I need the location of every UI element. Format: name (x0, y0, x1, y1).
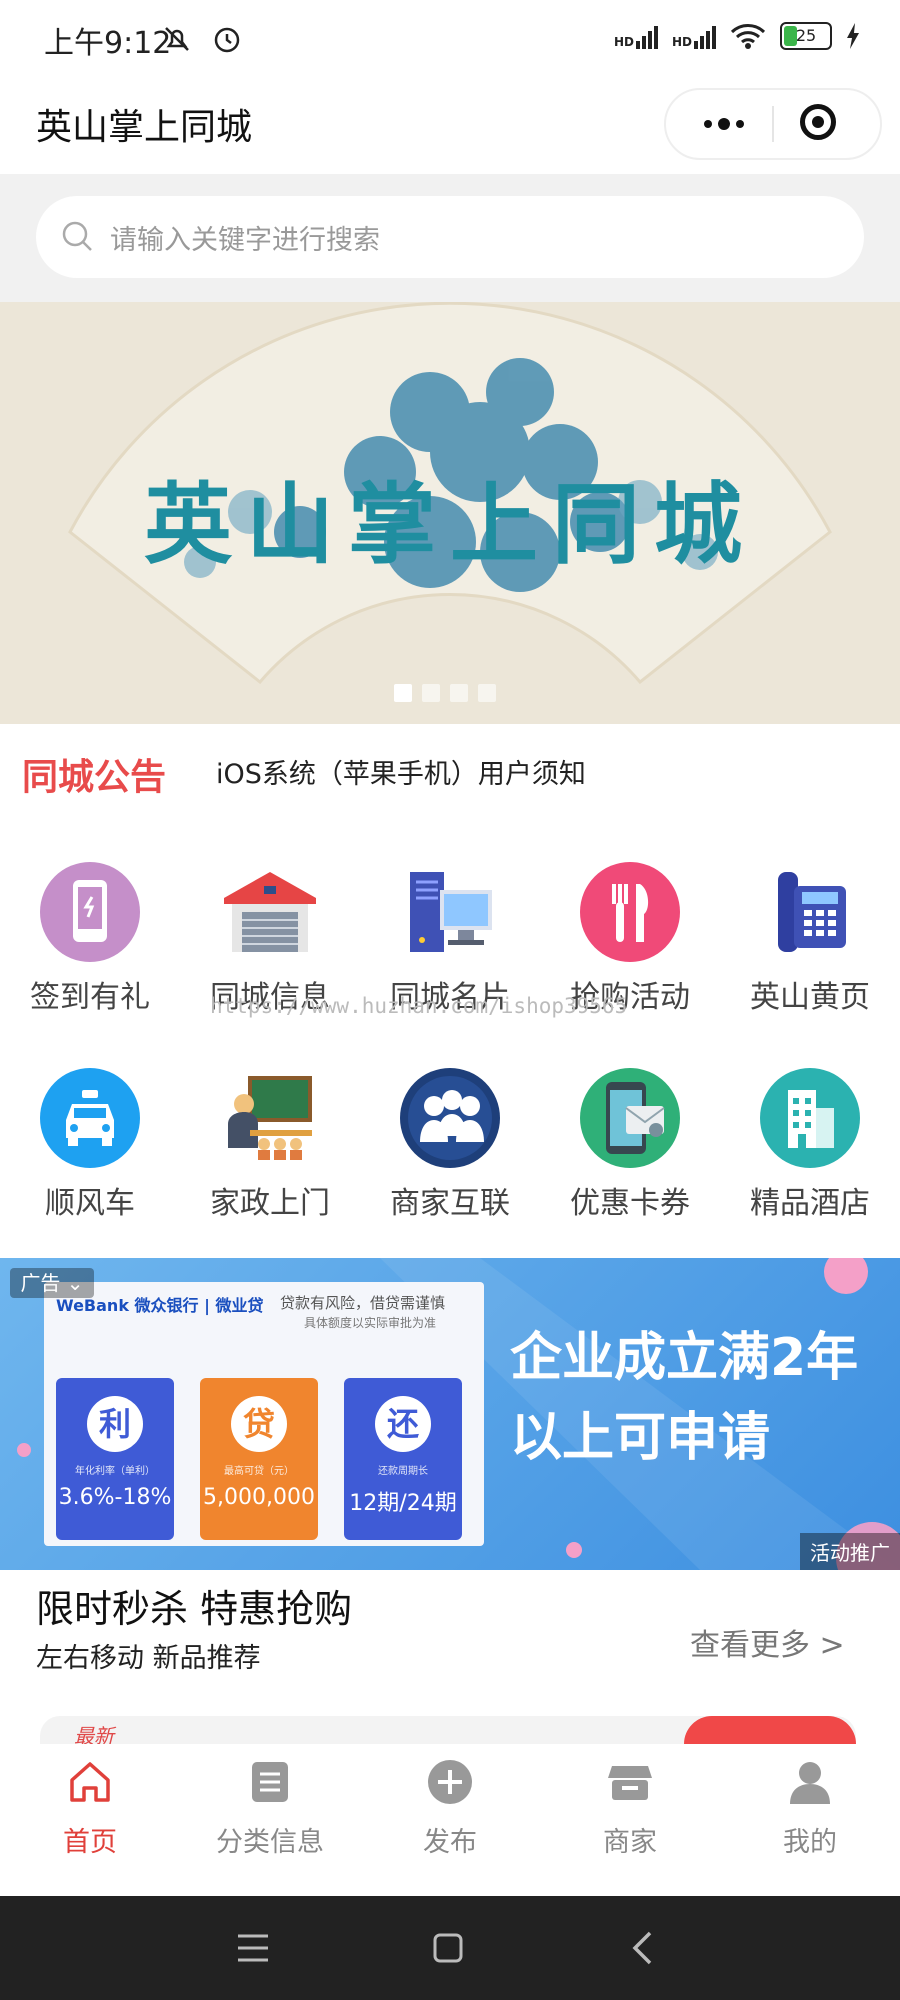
telephone-icon (778, 872, 846, 952)
notice-title: 同城公告 (22, 757, 167, 798)
user-icon (790, 1762, 830, 1804)
flash-sale-subtitle: 左右移动 新品推荐 (36, 1643, 261, 1674)
computer-icon (410, 872, 492, 952)
home-button-icon[interactable] (432, 1932, 464, 1964)
grid-label: 商家互联 (390, 1186, 510, 1221)
taxi-icon (40, 1068, 140, 1168)
ad-tag[interactable]: 广告 ⌄ (10, 1268, 94, 1298)
tab-home[interactable]: 首页 (0, 1758, 180, 1878)
people-icon (400, 1068, 500, 1168)
ad-risk: 贷款有风险，借贷需谨慎 (280, 1294, 446, 1312)
home-icon (70, 1762, 110, 1802)
signal-icon: HD (614, 23, 658, 49)
grid-item-housekeeping[interactable]: 家政上门 (180, 1068, 360, 1248)
capsule-divider (772, 106, 774, 142)
menu-icon[interactable] (236, 1932, 270, 1964)
more-button[interactable] (696, 106, 752, 142)
grid-item-merchant-link[interactable]: 商家互联 (360, 1068, 540, 1248)
teacher-icon (228, 1076, 312, 1160)
watermark-text: https://www.huzhan.com/ishop39565 (210, 994, 628, 1018)
tab-categories[interactable]: 分类信息 (180, 1758, 360, 1878)
flash-sale-tag: 最新 (74, 1724, 114, 1744)
banner-carousel[interactable]: 英山掌上同城 (0, 302, 900, 724)
flash-sale-strip[interactable]: 最新 (40, 1716, 856, 1744)
tab-label: 首页 (63, 1827, 117, 1858)
flash-sale-red-tab (684, 1716, 856, 1744)
flash-sale-title: 限时秒杀 特惠抢购 (36, 1587, 353, 1631)
grid-item-hotels[interactable]: 精品酒店 (720, 1068, 900, 1248)
search-placeholder: 请输入关键字进行搜索 (110, 224, 380, 256)
carousel-dots (394, 684, 496, 702)
search-icon (62, 221, 92, 251)
store-icon (608, 1766, 652, 1800)
list-icon (252, 1762, 288, 1802)
page-title: 英山掌上同城 (36, 107, 253, 148)
signal-icon: HD (672, 23, 716, 49)
tab-bar: 首页 分类信息 发布 商家 我的 (0, 1744, 900, 1896)
status-indicators: HD HD 25 (614, 22, 860, 50)
banner-title: 英山掌上同城 (143, 472, 756, 576)
status-bar: 上午9:12 HD HD 25 (0, 0, 900, 78)
plus-icon (428, 1760, 472, 1804)
tab-publish[interactable]: 发布 (360, 1758, 540, 1878)
view-more-link[interactable]: 查看更多 > (690, 1620, 845, 1664)
tab-label: 我的 (783, 1827, 837, 1858)
wifi-icon (730, 24, 766, 49)
grid-label: 英山黄页 (750, 980, 870, 1015)
search-input[interactable]: 请输入关键字进行搜索 (36, 196, 864, 278)
back-icon[interactable] (630, 1930, 654, 1966)
ad-card: WeBank 微众银行 | 微业贷 贷款有风险，借贷需谨慎 具体额度以实际审批为… (44, 1282, 484, 1546)
ad-banner[interactable]: WeBank 微众银行 | 微业贷 贷款有风险，借贷需谨慎 具体额度以实际审批为… (0, 1258, 900, 1570)
phone-icon (40, 862, 140, 962)
fork-knife-icon (580, 862, 680, 962)
notice-text[interactable]: iOS系统（苹果手机）用户须知 (216, 752, 586, 791)
grid-label: 顺风车 (45, 1186, 135, 1221)
grid-label: 签到有礼 (30, 980, 150, 1015)
charging-icon (847, 23, 859, 49)
close-button[interactable] (800, 104, 836, 140)
hotel-icon (760, 1068, 860, 1168)
alarm-icon (214, 27, 240, 53)
grid-item-yellow-pages[interactable]: 英山黄页 (720, 862, 900, 1042)
grid-label: 精品酒店 (750, 1186, 870, 1221)
ad-promo-label: 活动推广 (800, 1533, 900, 1570)
ad-risk-sub: 具体额度以实际审批为准 (304, 1316, 437, 1330)
tab-label: 分类信息 (216, 1827, 324, 1858)
ad-tile-rate: 利 年化利率（单利） 3.6%-18% (56, 1378, 174, 1540)
grid-item-coupons[interactable]: 优惠卡券 (540, 1068, 720, 1248)
garage-icon (224, 872, 316, 952)
tab-label: 发布 (423, 1827, 477, 1858)
battery-icon: 25 (780, 22, 832, 50)
grid-label: 优惠卡券 (570, 1186, 690, 1221)
miniprogram-capsule (664, 88, 882, 160)
ad-tile-amount: 贷 最高可贷（元） 5,000,000 (200, 1378, 318, 1540)
tab-merchants[interactable]: 商家 (540, 1758, 720, 1878)
mute-icon (165, 27, 189, 51)
ad-headline: 企业成立满2年以上可申请 (510, 1328, 859, 1468)
card-icon (580, 1068, 680, 1168)
grid-label: 家政上门 (210, 1186, 330, 1221)
grid-item-carpool[interactable]: 顺风车 (0, 1068, 180, 1248)
grid-item-checkin[interactable]: 签到有礼 (0, 862, 180, 1042)
tab-profile[interactable]: 我的 (720, 1758, 900, 1878)
ad-tile-term: 还 还款周期长 12期/24期 (344, 1378, 462, 1540)
status-time: 上午9:12 (44, 26, 172, 61)
system-nav-bar (0, 1896, 900, 2000)
tab-label: 商家 (603, 1827, 657, 1858)
